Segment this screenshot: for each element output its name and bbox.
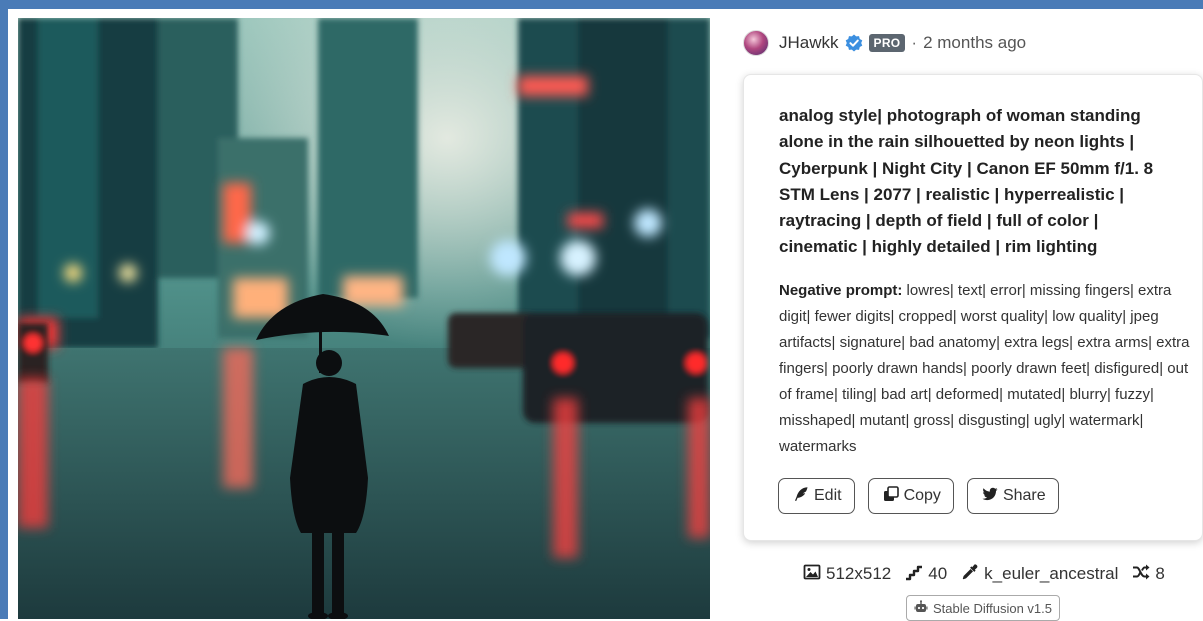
- negative-prompt: Negative prompt: lowres| text| error| mi…: [779, 278, 1197, 460]
- pro-badge: PRO: [868, 34, 906, 52]
- post-meta: JHawkk PRO · 2 months ago: [743, 29, 1026, 57]
- share-button[interactable]: Share: [966, 478, 1059, 514]
- feather-icon: [793, 486, 809, 507]
- robot-icon: [914, 599, 928, 617]
- prompt-card: analog style| photograph of woman standi…: [743, 74, 1203, 541]
- copy-button[interactable]: Copy: [867, 478, 954, 514]
- post-time: 2 months ago: [923, 33, 1027, 52]
- steps-icon: [905, 563, 923, 586]
- action-buttons: Edit Copy Share: [778, 478, 1059, 514]
- seed-value: 8: [1155, 564, 1165, 583]
- edit-button-label: Edit: [814, 487, 842, 504]
- prompt-text: analog style| photograph of woman standi…: [779, 106, 1154, 257]
- separator: ·: [911, 33, 918, 52]
- model-badge[interactable]: Stable Diffusion v1.5: [906, 595, 1060, 621]
- negative-prompt-label: Negative prompt:: [779, 282, 903, 299]
- shuffle-icon: [1132, 563, 1150, 586]
- username-link[interactable]: JHawkk: [779, 33, 839, 53]
- copy-icon: [883, 485, 899, 507]
- image-icon: [803, 563, 821, 586]
- eyedropper-icon: [961, 563, 979, 586]
- negative-prompt-text: lowres| text| error| missing fingers| ex…: [779, 282, 1190, 455]
- edit-button[interactable]: Edit: [778, 478, 855, 514]
- sampler-stat: k_euler_ancestral: [961, 563, 1118, 586]
- steps-stat: 40: [905, 563, 947, 586]
- twitter-icon: [982, 486, 998, 507]
- size-value: 512x512: [826, 564, 892, 583]
- share-button-label: Share: [1002, 487, 1046, 504]
- verified-check-icon: [845, 34, 863, 52]
- size-stat: 512x512: [803, 563, 891, 586]
- generated-image[interactable]: [18, 18, 710, 619]
- sampler-value: k_euler_ancestral: [984, 564, 1119, 583]
- avatar[interactable]: [743, 30, 769, 56]
- model-name: Stable Diffusion v1.5: [933, 600, 1052, 616]
- generation-stats: 512x512 40 k_euler_ancestral 8: [803, 562, 1179, 586]
- copy-button-label: Copy: [903, 487, 941, 504]
- seed-stat: 8: [1132, 563, 1165, 586]
- steps-value: 40: [928, 564, 948, 583]
